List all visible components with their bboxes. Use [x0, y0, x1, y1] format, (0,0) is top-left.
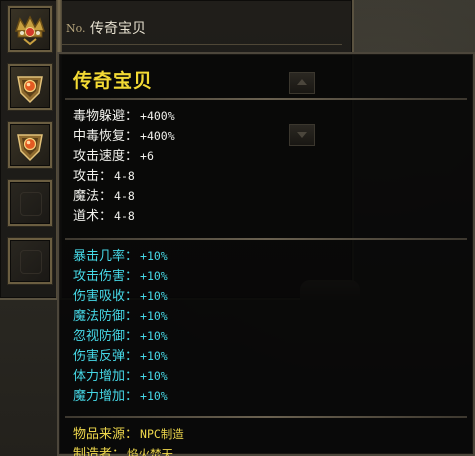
- info-value: NPC制造: [140, 427, 184, 441]
- stat-value: +10%: [140, 329, 168, 343]
- stat-label: 攻击速度：: [73, 149, 139, 164]
- stat-row: 伤害吸收： +10%: [73, 286, 168, 306]
- base-stats-list: 毒物躲避： +400% 中毒恢复： +400% 攻击速度： +6 攻击： 4-8 魔法：…: [73, 106, 175, 226]
- info-label: 物品来源：: [73, 427, 139, 442]
- stat-value: +10%: [140, 269, 168, 283]
- stat-value: 4-8: [114, 169, 135, 183]
- stat-row: 毒物躲避： +400%: [73, 106, 175, 126]
- info-row: 物品来源： NPC制造: [73, 424, 184, 444]
- stat-value: +10%: [140, 249, 168, 263]
- stat-label: 暴击几率：: [73, 249, 139, 264]
- info-value: 焰火焚天: [127, 447, 174, 456]
- inventory-slots: [8, 6, 54, 296]
- stat-label: 攻击：: [73, 169, 113, 184]
- stat-label: 伤害吸收：: [73, 289, 139, 304]
- stat-value: +10%: [140, 369, 168, 383]
- stat-label: 魔法防御：: [73, 309, 139, 324]
- orb-shield-icon: [17, 76, 43, 104]
- scroll-up-button[interactable]: [289, 72, 315, 94]
- tooltip-divider: [65, 238, 467, 240]
- info-row: 制造者： 焰火焚天: [73, 444, 184, 456]
- item-info-list: 物品来源： NPC制造 制造者： 焰火焚天: [73, 424, 184, 456]
- stat-row: 魔法防御： +10%: [73, 306, 168, 326]
- info-label: 制造者：: [73, 447, 126, 456]
- stat-row: 攻击： 4-8: [73, 166, 175, 186]
- stat-label: 中毒恢复：: [73, 129, 139, 144]
- crown-jewel-icon: [14, 15, 46, 46]
- item-name: 传奇宝贝: [90, 21, 146, 37]
- stat-row: 忽视防御： +10%: [73, 326, 168, 346]
- item-number-prefix: No.: [66, 22, 86, 35]
- item-tooltip: 传奇宝贝 毒物躲避： +400% 中毒恢复： +400% 攻击速度： +6 攻击： 4-…: [57, 52, 475, 456]
- stat-row: 伤害反弹： +10%: [73, 346, 168, 366]
- stat-label: 忽视防御：: [73, 329, 139, 344]
- orb-shield-icon: [17, 134, 43, 162]
- inventory-slot-2[interactable]: [8, 64, 52, 110]
- tooltip-title: 传奇宝贝: [73, 70, 154, 92]
- scroll-down-button[interactable]: [289, 124, 315, 146]
- inventory-slot-4[interactable]: [8, 180, 52, 226]
- stat-row: 魔法： 4-8: [73, 186, 175, 206]
- stat-label: 毒物躲避：: [73, 109, 139, 124]
- stat-label: 体力增加：: [73, 369, 139, 384]
- stat-row: 中毒恢复： +400%: [73, 126, 175, 146]
- stat-value: 4-8: [114, 209, 135, 223]
- stat-row: 暴击几率： +10%: [73, 246, 168, 266]
- stat-value: +400%: [140, 109, 175, 123]
- stat-row: 道术： 4-8: [73, 206, 175, 226]
- stat-label: 伤害反弹：: [73, 349, 139, 364]
- tooltip-divider: [65, 416, 467, 418]
- stat-label: 道术：: [73, 209, 113, 224]
- game-scene: No. 传奇宝贝 传奇宝贝 毒物躲避： +400% 中毒恢复： +400% 攻击速度…: [0, 0, 475, 456]
- inventory-slot-1[interactable]: [8, 6, 52, 52]
- stat-label: 魔力增加：: [73, 389, 139, 404]
- stat-label: 攻击伤害：: [73, 269, 139, 284]
- stat-value: +10%: [140, 389, 168, 403]
- inventory-slot-5[interactable]: [8, 238, 52, 284]
- inventory-item-row[interactable]: No. 传奇宝贝: [62, 14, 342, 45]
- empty-slot-icon: [20, 250, 42, 274]
- stat-row: 体力增加： +10%: [73, 366, 168, 386]
- stat-value: +10%: [140, 289, 168, 303]
- stat-value: +400%: [140, 129, 175, 143]
- stat-row: 攻击伤害： +10%: [73, 266, 168, 286]
- tooltip-divider: [65, 98, 467, 100]
- stat-row: 攻击速度： +6: [73, 146, 175, 166]
- stat-value: +10%: [140, 349, 168, 363]
- stat-value: +10%: [140, 309, 168, 323]
- stat-value: +6: [140, 149, 154, 163]
- bonus-stats-list: 暴击几率： +10% 攻击伤害： +10% 伤害吸收： +10% 魔法防御： +10% …: [73, 246, 168, 406]
- stat-label: 魔法：: [73, 189, 113, 204]
- empty-slot-icon: [20, 192, 42, 216]
- inventory-slot-3[interactable]: [8, 122, 52, 168]
- stat-value: 4-8: [114, 189, 135, 203]
- stat-row: 魔力增加： +10%: [73, 386, 168, 406]
